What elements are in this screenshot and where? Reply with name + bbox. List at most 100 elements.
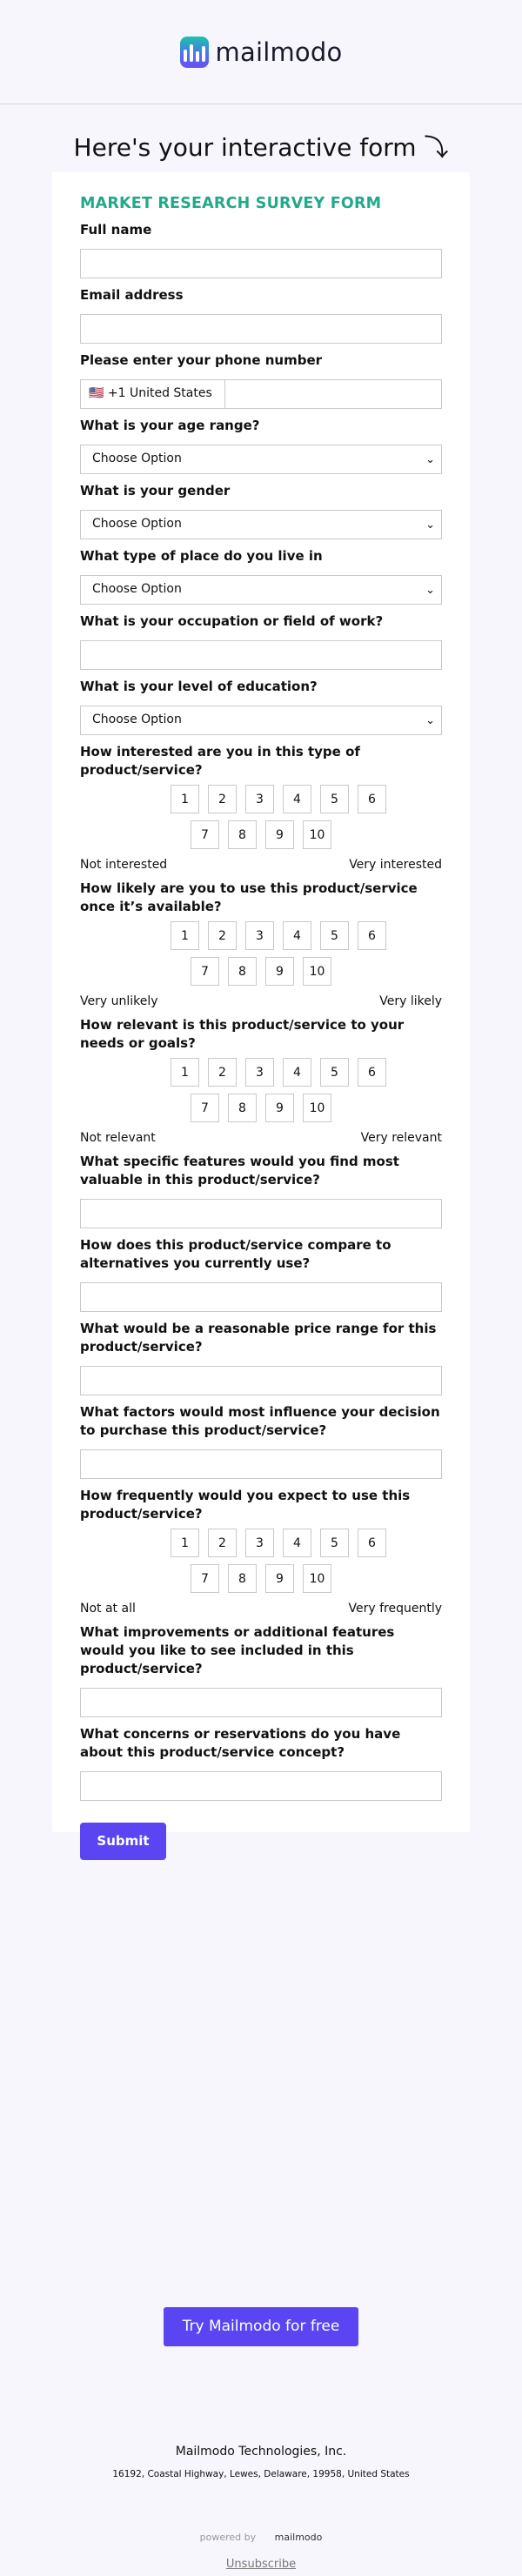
powered-by-label: powered by	[199, 2532, 257, 2543]
powered-by-brand: mailmodo	[274, 2532, 323, 2543]
email-label: Email address	[80, 287, 184, 303]
scale-option[interactable]: 3	[245, 1058, 274, 1087]
place-select-value: Choose Option	[92, 582, 182, 596]
logo: mailmodo	[179, 36, 343, 68]
country-code-select[interactable]: 🇺🇸 +1 United States	[81, 380, 225, 408]
company-name: Mailmodo Technologies, Inc.	[175, 2445, 347, 2459]
improve-input[interactable]	[80, 1688, 442, 1717]
scale-option[interactable]: 9	[265, 820, 294, 849]
chevron-down-icon: ⌄	[425, 714, 435, 727]
phone-input[interactable]	[225, 380, 441, 408]
scale-option[interactable]: 3	[245, 785, 274, 813]
relevant-scale: 1 2 3 4 5 6 7 8 9 10	[80, 1058, 442, 1122]
education-select[interactable]: Choose Option ⌄	[80, 706, 442, 735]
scale-option[interactable]: 3	[245, 1529, 274, 1557]
place-label: What type of place do you live in	[80, 548, 323, 564]
phone-field: 🇺🇸 +1 United States	[80, 379, 442, 409]
scale-option[interactable]: 1	[171, 1529, 199, 1557]
features-label: What specific features would you find mo…	[80, 1154, 399, 1188]
gender-select-value: Choose Option	[92, 517, 182, 531]
scale-option[interactable]: 8	[228, 1094, 257, 1122]
occupation-input[interactable]	[80, 640, 442, 670]
scale-option[interactable]: 10	[303, 957, 331, 986]
chevron-down-icon: ⌄	[425, 453, 435, 466]
scale-option[interactable]: 7	[191, 820, 219, 849]
concerns-label: What concerns or reservations do you hav…	[80, 1726, 401, 1760]
scale-option[interactable]: 3	[245, 921, 274, 950]
scale-option[interactable]: 4	[283, 921, 311, 950]
scale-high-label: Very interested	[349, 858, 442, 872]
likely-scale: 1 2 3 4 5 6 7 8 9 10	[80, 921, 442, 986]
interest-label: How interested are you in this type of p…	[80, 744, 360, 778]
submit-button[interactable]: Submit	[80, 1823, 166, 1860]
compare-input[interactable]	[80, 1282, 442, 1312]
price-input[interactable]	[80, 1366, 442, 1395]
scale-low-label: Not at all	[80, 1602, 136, 1616]
scale-option[interactable]: 2	[208, 921, 237, 950]
full-name-label: Full name	[80, 222, 152, 238]
scale-option[interactable]: 9	[265, 1094, 294, 1122]
improve-label: What improvements or additional features…	[80, 1624, 395, 1676]
likely-label: How likely are you to use this product/s…	[80, 880, 418, 914]
scale-high-label: Very relevant	[360, 1131, 442, 1145]
scale-option[interactable]: 8	[228, 820, 257, 849]
relevant-label: How relevant is this product/service to …	[80, 1017, 405, 1051]
scale-option[interactable]: 6	[358, 785, 386, 813]
scale-option[interactable]: 5	[320, 1058, 349, 1087]
scale-option[interactable]: 2	[208, 1058, 237, 1087]
age-select-value: Choose Option	[92, 452, 182, 465]
scale-option[interactable]: 7	[191, 1094, 219, 1122]
scale-option[interactable]: 5	[320, 921, 349, 950]
age-select[interactable]: Choose Option ⌄	[80, 445, 442, 474]
scale-option[interactable]: 1	[171, 921, 199, 950]
scale-option[interactable]: 6	[358, 1058, 386, 1087]
try-mailmodo-button[interactable]: Try Mailmodo for free	[164, 2307, 358, 2346]
scale-option[interactable]: 2	[208, 785, 237, 813]
scale-option[interactable]: 4	[283, 785, 311, 813]
compare-label: How does this product/service compare to…	[80, 1237, 392, 1271]
place-select[interactable]: Choose Option ⌄	[80, 575, 442, 605]
gender-label: What is your gender	[80, 483, 231, 498]
scale-option[interactable]: 10	[303, 1094, 331, 1122]
form-title: MARKET RESEARCH SURVEY FORM	[80, 195, 382, 212]
frequency-scale: 1 2 3 4 5 6 7 8 9 10	[80, 1529, 442, 1593]
header: mailmodo	[0, 0, 522, 104]
phone-label: Please enter your phone number	[80, 352, 323, 368]
scale-option[interactable]: 10	[303, 820, 331, 849]
scale-option[interactable]: 5	[320, 1529, 349, 1557]
scale-option[interactable]: 4	[283, 1058, 311, 1087]
scale-option[interactable]: 6	[358, 1529, 386, 1557]
survey-form: MARKET RESEARCH SURVEY FORM Full name Em…	[52, 172, 470, 1860]
scale-option[interactable]: 1	[171, 1058, 199, 1087]
scale-low-label: Not relevant	[80, 1131, 156, 1145]
price-label: What would be a reasonable price range f…	[80, 1321, 437, 1355]
occupation-label: What is your occupation or field of work…	[80, 613, 384, 629]
mailmodo-logo-icon	[179, 36, 209, 68]
scale-option[interactable]: 7	[191, 1564, 219, 1593]
email-input[interactable]	[80, 314, 442, 344]
concerns-input[interactable]	[80, 1771, 442, 1801]
full-name-input[interactable]	[80, 249, 442, 278]
factors-label: What factors would most influence your d…	[80, 1404, 440, 1438]
scale-option[interactable]: 1	[171, 785, 199, 813]
scale-option[interactable]: 6	[358, 921, 386, 950]
features-input[interactable]	[80, 1199, 442, 1228]
unsubscribe-link[interactable]: Unsubscribe	[0, 2558, 522, 2571]
scale-option[interactable]: 9	[265, 957, 294, 986]
page-headline: Here's your interactive form ⤵	[73, 133, 449, 162]
scale-option[interactable]: 9	[265, 1564, 294, 1593]
scale-low-label: Very unlikely	[80, 994, 158, 1008]
interest-scale: 1 2 3 4 5 6 7 8 9 10	[80, 785, 442, 849]
gender-select[interactable]: Choose Option ⌄	[80, 510, 442, 539]
brand-name: mailmodo	[215, 37, 343, 67]
scale-option[interactable]: 2	[208, 1529, 237, 1557]
scale-option[interactable]: 10	[303, 1564, 331, 1593]
factors-input[interactable]	[80, 1449, 442, 1479]
scale-option[interactable]: 7	[191, 957, 219, 986]
scale-option[interactable]: 5	[320, 785, 349, 813]
scale-option[interactable]: 8	[228, 1564, 257, 1593]
chevron-down-icon: ⌄	[425, 584, 435, 597]
scale-option[interactable]: 4	[283, 1529, 311, 1557]
scale-option[interactable]: 8	[228, 957, 257, 986]
company-address: 16192, Coastal Highway, Lewes, Delaware,…	[112, 2469, 410, 2479]
